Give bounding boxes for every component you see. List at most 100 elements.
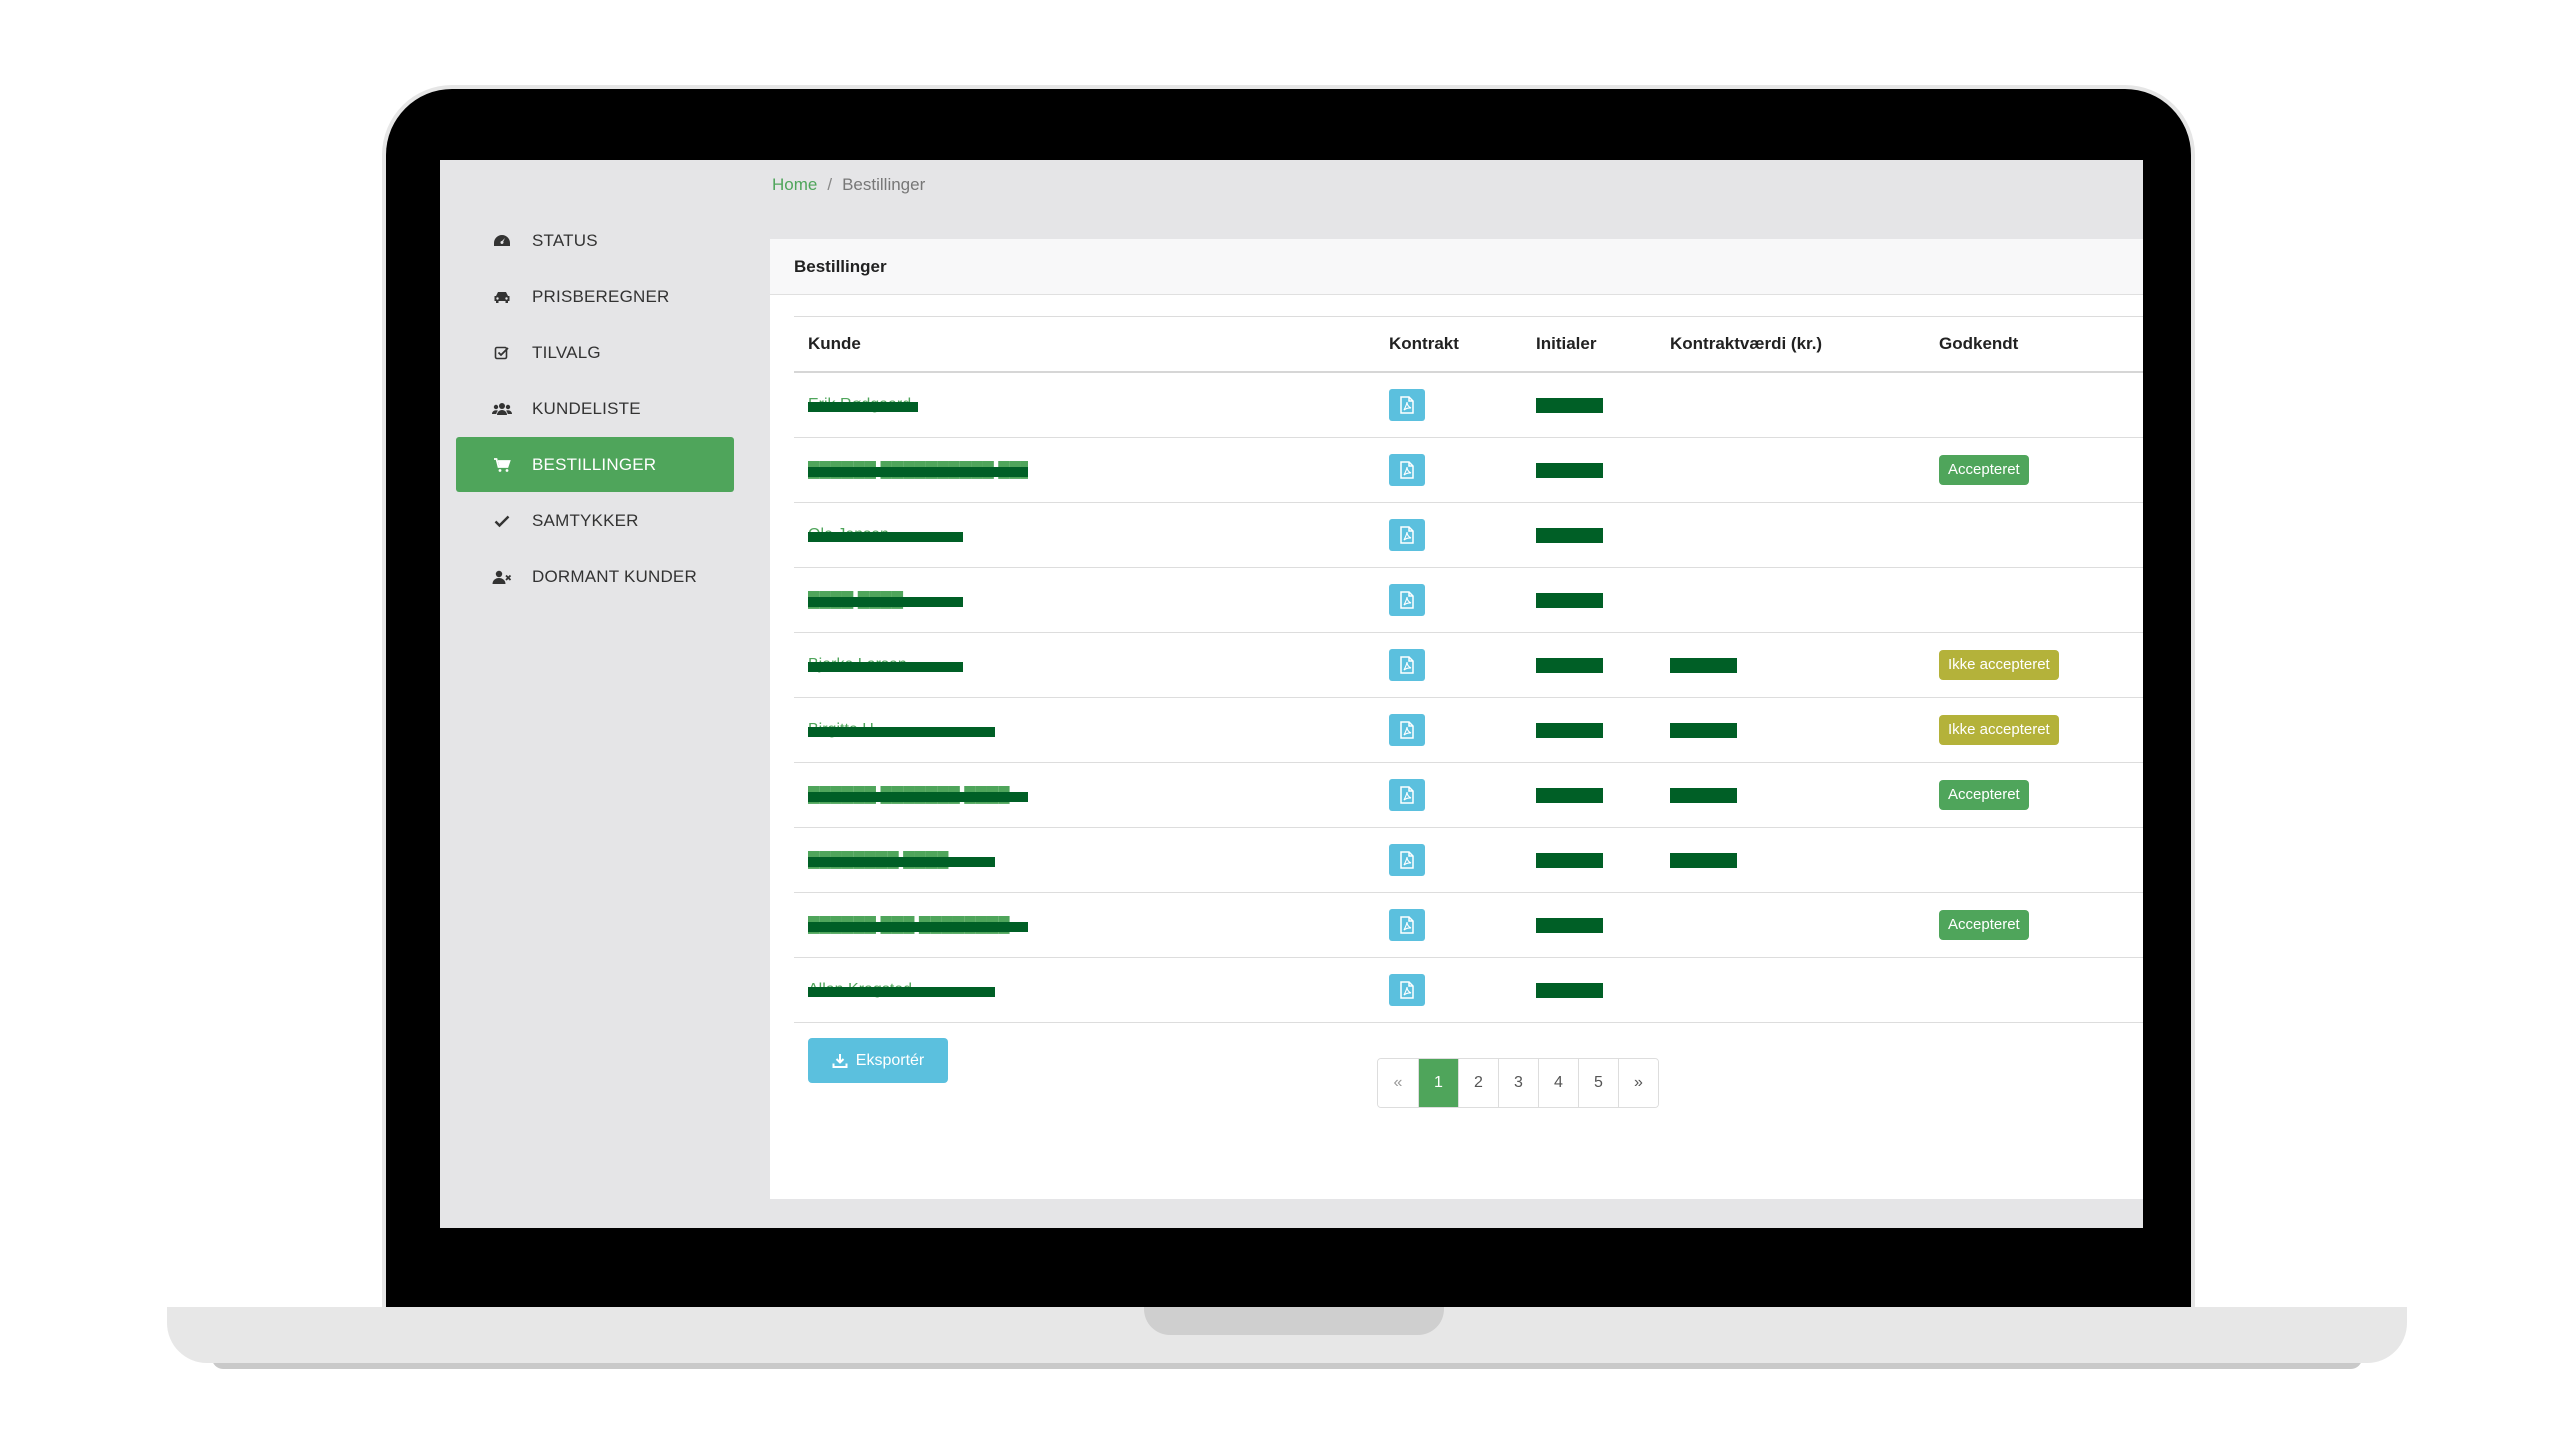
- cell-kunde[interactable]: Erik Rødgaard: [808, 373, 918, 437]
- sidebar-item-prisberegner[interactable]: PRISBEREGNER: [456, 269, 734, 324]
- pagination: « 1 2 3 4 5 »: [1377, 1058, 1659, 1108]
- redacted-kontraktvaerdi: [1670, 852, 1737, 868]
- contract-pdf-button[interactable]: [1389, 649, 1425, 681]
- contract-pdf-button[interactable]: [1389, 519, 1425, 551]
- cell-kunde[interactable]: Ole Jensen: [808, 503, 963, 567]
- customer-name-link[interactable]: Bjarke Larsen: [808, 656, 963, 674]
- sidebar-item-tilvalg[interactable]: TILVALG: [456, 325, 734, 380]
- export-button[interactable]: Eksportér: [808, 1038, 948, 1083]
- table-row[interactable]: Erik Rødgaard: [794, 373, 2143, 438]
- cell-initialer: [1536, 438, 1603, 502]
- redacted-initialer: [1536, 397, 1603, 413]
- cell-godkendt: Ikke accepteret: [1939, 633, 2059, 697]
- customer-name-link[interactable]: ██████ ███ ████████: [808, 916, 1028, 934]
- laptop-notch: [1144, 1307, 1444, 1335]
- column-header-kontraktvaerdi[interactable]: Kontraktværdi (kr.): [1670, 317, 1822, 371]
- table-row[interactable]: Bjarke Larsen Ikke accepteret: [794, 633, 2143, 698]
- table-row[interactable]: Ole Jensen: [794, 503, 2143, 568]
- cell-kontrakt: [1389, 503, 1425, 567]
- breadcrumb-home-link[interactable]: Home: [772, 175, 817, 195]
- pagination-prev[interactable]: «: [1378, 1059, 1418, 1107]
- sidebar-item-samtykker[interactable]: SAMTYKKER: [456, 493, 734, 548]
- check-icon: [492, 511, 512, 531]
- cell-kunde[interactable]: ██████ ███████ ████: [808, 763, 1028, 827]
- redacted-initialer: [1536, 722, 1603, 738]
- cell-kunde[interactable]: ████████ ████: [808, 828, 995, 892]
- customer-name-link[interactable]: Allan Kragsted: [808, 981, 995, 999]
- column-header-kunde[interactable]: Kunde: [808, 317, 861, 371]
- redaction-bar: [808, 922, 1028, 932]
- table-row[interactable]: ██████ ███████ ████ Accepteret: [794, 763, 2143, 828]
- table-row[interactable]: ██████ ███ ████████ Accepteret: [794, 893, 2143, 958]
- cell-kontrakt: [1389, 633, 1425, 697]
- cell-kontraktvaerdi: [1670, 633, 1737, 697]
- customer-name-link[interactable]: Birgitte H: [808, 721, 995, 739]
- cell-kunde[interactable]: Bjarke Larsen: [808, 633, 963, 697]
- pagination-page[interactable]: 4: [1538, 1059, 1578, 1107]
- column-header-godkendt[interactable]: Godkendt: [1939, 317, 2018, 371]
- redacted-initialer: [1536, 527, 1603, 543]
- contract-pdf-button[interactable]: [1389, 844, 1425, 876]
- cell-kunde[interactable]: Birgitte H: [808, 698, 995, 762]
- redaction-bar: [808, 727, 995, 737]
- sidebar-item-dormant-kunder[interactable]: DORMANT KUNDER: [456, 549, 734, 604]
- table-row[interactable]: Birgitte H Ikke accepteret: [794, 698, 2143, 763]
- table-row[interactable]: Allan Kragsted: [794, 958, 2143, 1023]
- cell-godkendt: Ikke accepteret: [1939, 698, 2059, 762]
- sidebar-item-bestillinger[interactable]: BESTILLINGER: [456, 437, 734, 492]
- sidebar-item-label: KUNDELISTE: [532, 398, 641, 418]
- cell-kunde[interactable]: ████ ████: [808, 568, 963, 632]
- pagination-page[interactable]: 3: [1498, 1059, 1538, 1107]
- file-pdf-icon: [1399, 786, 1415, 804]
- customer-name-link[interactable]: ████ ████: [808, 591, 963, 609]
- users-icon: [492, 399, 512, 419]
- redaction-bar: [808, 792, 1028, 802]
- redacted-kontraktvaerdi: [1670, 722, 1737, 738]
- customer-name-link[interactable]: Erik Rødgaard: [808, 396, 918, 414]
- file-pdf-icon: [1399, 591, 1415, 609]
- redacted-kontraktvaerdi: [1670, 657, 1737, 673]
- column-header-kontrakt[interactable]: Kontrakt: [1389, 317, 1459, 371]
- cell-kontrakt: [1389, 828, 1425, 892]
- contract-pdf-button[interactable]: [1389, 454, 1425, 486]
- cell-initialer: [1536, 828, 1603, 892]
- file-pdf-icon: [1399, 916, 1415, 934]
- table-row[interactable]: ██████ ██████████ ███ Accepteret: [794, 438, 2143, 503]
- redaction-bar: [808, 467, 1028, 477]
- customer-name-link[interactable]: ██████ ███████ ████: [808, 786, 1028, 804]
- cell-kunde[interactable]: ██████ ██████████ ███: [808, 438, 1028, 502]
- contract-pdf-button[interactable]: [1389, 974, 1425, 1006]
- table-row[interactable]: ████████ ████: [794, 828, 2143, 893]
- table-row[interactable]: ████ ████: [794, 568, 2143, 633]
- cell-kunde[interactable]: Allan Kragsted: [808, 958, 995, 1022]
- contract-pdf-button[interactable]: [1389, 779, 1425, 811]
- customer-name-link[interactable]: Ole Jensen: [808, 526, 963, 544]
- sidebar-item-label: DORMANT KUNDER: [532, 566, 697, 586]
- contract-pdf-button[interactable]: [1389, 389, 1425, 421]
- pagination-page[interactable]: 1: [1418, 1059, 1458, 1107]
- cell-initialer: [1536, 893, 1603, 957]
- customer-name-link[interactable]: ██████ ██████████ ███: [808, 461, 1028, 479]
- card-title: Bestillinger: [770, 239, 2143, 295]
- pagination-page[interactable]: 5: [1578, 1059, 1618, 1107]
- breadcrumb-separator: /: [827, 175, 833, 194]
- cell-kunde[interactable]: ██████ ███ ████████: [808, 893, 1028, 957]
- orders-card: Bestillinger Kunde Kontrakt Initialer Ko…: [770, 239, 2143, 1199]
- cell-initialer: [1536, 503, 1603, 567]
- customer-name-link[interactable]: ████████ ████: [808, 851, 995, 869]
- dashboard-icon: [492, 231, 512, 251]
- sidebar-item-kundeliste[interactable]: KUNDELISTE: [456, 381, 734, 436]
- sidebar-item-status[interactable]: STATUS: [456, 213, 734, 268]
- redacted-initialer: [1536, 852, 1603, 868]
- pagination-next[interactable]: »: [1618, 1059, 1658, 1107]
- contract-pdf-button[interactable]: [1389, 909, 1425, 941]
- pagination-page[interactable]: 2: [1458, 1059, 1498, 1107]
- contract-pdf-button[interactable]: [1389, 584, 1425, 616]
- cell-initialer: [1536, 763, 1603, 827]
- export-button-label: Eksportér: [855, 1051, 925, 1069]
- app-screen: STATUS PRISBEREGNER TILVALG KUNDELISTE B…: [440, 160, 2143, 1228]
- file-pdf-icon: [1399, 461, 1415, 479]
- contract-pdf-button[interactable]: [1389, 714, 1425, 746]
- cell-initialer: [1536, 698, 1603, 762]
- column-header-initialer[interactable]: Initialer: [1536, 317, 1596, 371]
